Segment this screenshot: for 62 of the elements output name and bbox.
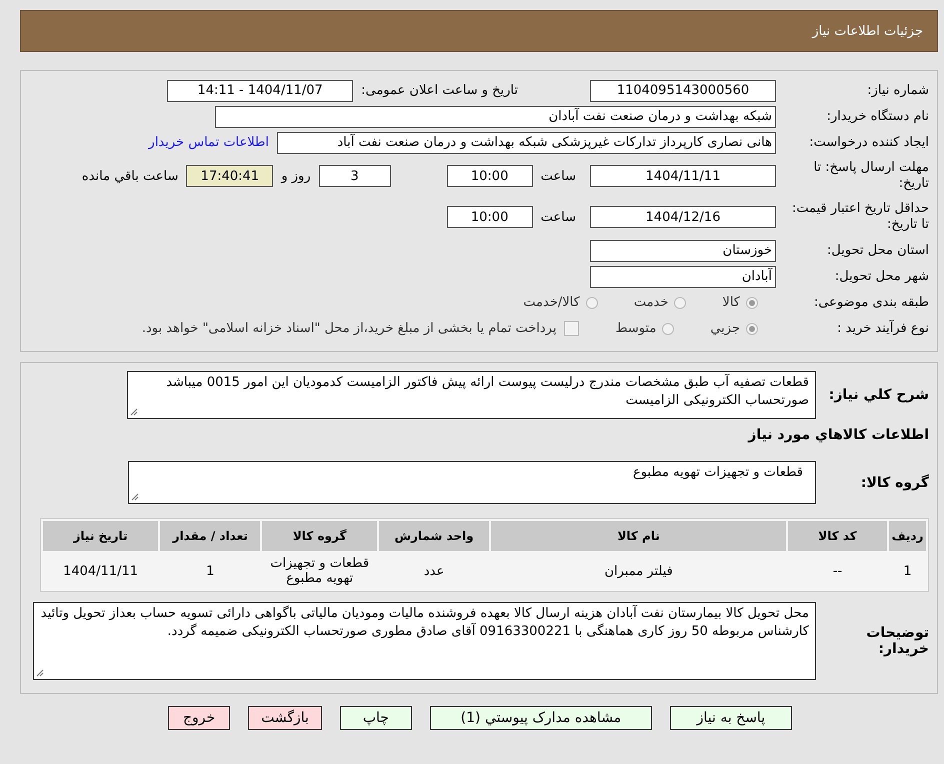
radio-button[interactable]: [746, 296, 758, 308]
field-label: گروه کالا:: [860, 474, 929, 490]
field-label: حداقل تاریخ اعتبار قیمت: تا تاریخ:: [790, 201, 929, 233]
buyer-notes-field[interactable]: محل تحویل کالا بیمارستان نفت آبادان هزینه ارسال کالا بعهده فروشنده مالیات ومودیان مالیاتی باگواهی دارائی تسویه حساب بعداز تحویل وتائید کارشناس مربوطه 50 روز کاری هماهنگی با 09163300221 آقای صادق مطوری صورتحساب الکترونیکی ضمیمه گردد.: [33, 602, 816, 680]
option-label: کالا/خدمت: [523, 295, 580, 310]
validity-date-field[interactable]: 1404/12/16: [590, 206, 776, 228]
action-button[interactable]: چاپ: [340, 706, 412, 730]
summary-field[interactable]: قطعات تصفیه آب طبق مشخصات مندرج درلیست پیوست ارائه پیش فاکتور الزامیست کدمودیان این امور 0015 میباشد صورتحساب الکترونیکی الزامیست: [127, 371, 816, 419]
radio-button[interactable]: [586, 296, 598, 308]
column-header: نام کالا: [491, 521, 786, 551]
validity-time-field[interactable]: 10:00: [446, 206, 533, 228]
field-label: تاریخ و ساعت اعلان عمومی:: [361, 83, 518, 98]
column-header: تعداد / مقدار: [160, 521, 260, 551]
field-label: مهلت ارسال پاسخ: تا تاریخ:: [812, 160, 929, 192]
column-header: گروه کالا: [262, 521, 377, 551]
days-field[interactable]: 3: [318, 165, 391, 187]
field-label: ساعت: [540, 168, 576, 184]
city-field[interactable]: آبادان: [590, 266, 776, 288]
remaining-time-field[interactable]: 17:40:41: [186, 165, 274, 187]
field-label: روز و: [281, 168, 311, 184]
resize-grip-icon[interactable]: [130, 408, 138, 416]
option-label: جزيي: [710, 321, 740, 336]
announce-date-field[interactable]: 1404/11/07 - 14:11: [167, 80, 354, 102]
action-button[interactable]: خروج: [168, 706, 230, 730]
resize-grip-icon[interactable]: [36, 669, 44, 677]
field-label: شماره نیاز:: [866, 82, 929, 98]
field-label: ساعت: [540, 210, 576, 224]
section-title: اطلاعات کالاهاي مورد نیاز: [746, 427, 929, 443]
field-label: استان محل تحویل:: [826, 242, 929, 258]
field-label: توضیحات خریدار:: [865, 625, 929, 657]
option-label: متوسط: [615, 321, 656, 336]
field-label: طبقه بندی موضوعی:: [812, 294, 929, 310]
goods-group-field[interactable]: قطعات و تجهیزات تهویه مطبوع: [128, 461, 816, 504]
field-label: ایجاد کننده درخواست:: [808, 134, 929, 150]
need-number-field[interactable]: 1104095143000560: [590, 80, 776, 102]
radio-button[interactable]: [674, 296, 686, 308]
deadline-date-field[interactable]: 1404/11/11: [590, 165, 776, 187]
field-label: شهر محل تحویل:: [834, 268, 929, 284]
column-header: واحد شمارش: [378, 521, 490, 551]
column-header: ردیف: [889, 521, 926, 551]
creator-field[interactable]: هانی نصاری کارپرداز تدارکات غیرپزشکی شبکه بهداشت و درمان صنعت نفت آباد: [277, 132, 776, 154]
action-button[interactable]: بازگشت: [248, 706, 322, 730]
buyer-contact-link[interactable]: اطلاعات تماس خریدار: [148, 135, 269, 150]
resize-grip-icon[interactable]: [131, 493, 139, 501]
field-label: نام دستگاه خریدار:: [826, 108, 929, 124]
radio-button[interactable]: [746, 322, 758, 334]
field-label: نوع فرآیند خرید :: [836, 320, 929, 336]
field-label: شرح کلي نیاز:: [828, 387, 929, 403]
deadline-time-field[interactable]: 10:00: [446, 165, 533, 187]
column-header: کد کالا: [788, 521, 888, 551]
column-header: تاریخ نیاز: [43, 521, 158, 551]
action-button[interactable]: پاسخ به نیاز: [670, 706, 792, 730]
radio-button[interactable]: [662, 322, 674, 334]
action-button[interactable]: مشاهده مدارک پیوستي (1): [430, 706, 652, 730]
payment-note: پرداخت تمام یا بخشی از مبلغ خرید،از محل "اسناد خزانه اسلامی" خواهد بود.: [142, 321, 556, 336]
buyer-field[interactable]: شبکه بهداشت و درمان صنعت نفت آبادان: [215, 106, 776, 128]
option-label: کالا: [722, 295, 740, 310]
page-title: جزئیات اطلاعات نیاز: [812, 24, 923, 38]
field-label: ساعت باقي مانده: [82, 168, 178, 184]
option-label: خدمت: [634, 295, 668, 310]
province-field[interactable]: خوزستان: [590, 240, 776, 262]
checkbox[interactable]: [564, 321, 580, 336]
